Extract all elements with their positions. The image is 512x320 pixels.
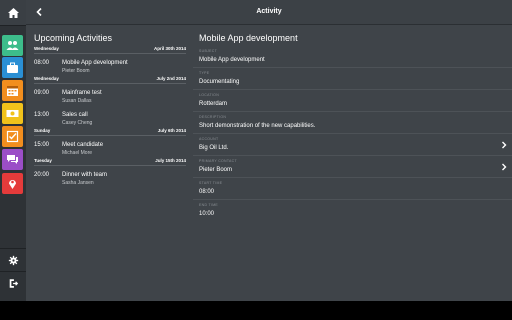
activity-detail-panel: Mobile App development SUBJECT Mobile App… (193, 25, 512, 301)
top-bar: Activity (26, 0, 512, 25)
app-window: Activity Upcoming Activities Wednesday Ap… (0, 0, 512, 301)
activity-contact: Pieter Boom (62, 68, 90, 74)
day-date: July 6th 2014 (157, 128, 186, 133)
location-pin-icon (9, 180, 16, 189)
nav-rail (0, 0, 26, 301)
activity-item[interactable]: 20:00 Dinner with team Sasha Jansen (34, 166, 188, 188)
day-header: Sunday July 6th 2014 (34, 128, 186, 136)
rail-divider (0, 271, 26, 272)
chevron-right-icon (502, 163, 507, 171)
field-type: TYPE Documentating (193, 68, 512, 90)
rail-divider (0, 25, 26, 26)
checklist-icon (6, 130, 19, 143)
activity-list: Wednesday April 30th 2014 08:00 Mobile App … (34, 46, 188, 188)
nav-briefcase-button[interactable] (2, 57, 23, 78)
activity-item[interactable]: 09:00 Mainframe test Susan Dallas (34, 84, 188, 106)
activity-time: 09:00 (34, 90, 50, 96)
nav-money-button[interactable] (2, 103, 23, 124)
activity-item[interactable]: 08:00 Mobile App development Pieter Boom (34, 54, 188, 76)
logout-button[interactable] (0, 272, 26, 294)
field-label: SUBJECT (199, 49, 218, 53)
field-primary-contact[interactable]: PRIMARY CONTACT Pieter Boom (193, 156, 512, 178)
activity-subject: Dinner with team (62, 172, 108, 178)
upcoming-activities-panel: Upcoming Activities Wednesday April 30th … (26, 25, 188, 301)
field-start-time: START TIME 08:00 (193, 178, 512, 200)
activity-time: 08:00 (34, 60, 50, 66)
activity-item[interactable]: 15:00 Meet candidate Michael More (34, 136, 188, 158)
day-date: April 30th 2014 (153, 46, 186, 51)
logout-icon (9, 278, 18, 288)
field-end-time: END TIME 10:00 (193, 200, 512, 222)
activity-subject: Mobile App development (62, 60, 128, 66)
activity-contact: Sasha Jansen (62, 180, 94, 186)
day-header: Wednesday July 2nd 2014 (34, 76, 186, 84)
activity-time: 20:00 (34, 172, 50, 178)
activity-subject: Mainframe test (62, 90, 102, 96)
field-location: LOCATION Rotterdam (193, 90, 512, 112)
home-icon (7, 7, 19, 18)
field-description: DESCRIPTION Short demonstration of the ne… (193, 112, 512, 134)
nav-location-pin-button[interactable] (2, 173, 23, 194)
detail-fields: SUBJECT Mobile App development TYPE Documen… (193, 46, 512, 222)
field-value: Short demonstration of the new capabilit… (199, 123, 316, 129)
activity-contact: Casey Cheng (62, 120, 93, 126)
day-date: July 15th 2014 (155, 158, 186, 163)
calendar-icon (7, 86, 18, 96)
chevron-right-icon (502, 141, 507, 149)
main-content: Upcoming Activities Wednesday April 30th … (26, 25, 512, 301)
field-label: ACCOUNT (199, 137, 219, 141)
settings-icon (8, 255, 18, 265)
money-icon (6, 110, 19, 117)
home-button[interactable] (0, 0, 26, 25)
activity-subject: Sales call (62, 112, 88, 118)
nav-calendar-button[interactable] (2, 80, 23, 101)
chat-icon (7, 155, 18, 164)
field-value: Big Oil Ltd. (199, 145, 229, 151)
field-value: Mobile App development (199, 57, 265, 63)
system-bar (0, 301, 512, 320)
day-date: July 2nd 2014 (156, 76, 186, 81)
contacts-icon (6, 41, 19, 50)
field-value: 08:00 (199, 189, 215, 195)
nav-checklist-button[interactable] (2, 126, 23, 147)
upcoming-title: Upcoming Activities (34, 33, 113, 43)
activity-time: 13:00 (34, 112, 50, 118)
activity-subject: Meet candidate (62, 142, 104, 148)
day-name: Wednesday (34, 76, 59, 81)
day-header: Wednesday April 30th 2014 (34, 46, 186, 54)
field-label: PRIMARY CONTACT (199, 159, 237, 163)
field-value: Pieter Boom (199, 167, 233, 173)
field-value: 10:00 (199, 211, 215, 217)
day-name: Tuesday (34, 158, 52, 163)
field-label: TYPE (199, 71, 210, 75)
field-label: START TIME (199, 181, 223, 185)
nav-chat-button[interactable] (2, 149, 23, 170)
field-value: Rotterdam (199, 101, 228, 107)
rail-divider (0, 248, 26, 249)
field-label: END TIME (199, 203, 219, 207)
day-name: Wednesday (34, 46, 59, 51)
activity-contact: Susan Dallas (62, 98, 92, 104)
detail-title: Mobile App development (199, 33, 298, 43)
activity-item[interactable]: 13:00 Sales call Casey Cheng (34, 106, 188, 128)
activity-contact: Michael More (62, 150, 93, 156)
day-name: Sunday (34, 128, 51, 133)
page-title: Activity (256, 8, 282, 15)
activity-time: 15:00 (34, 142, 50, 148)
field-value: Documentating (199, 79, 240, 85)
settings-button[interactable] (0, 249, 26, 271)
field-subject: SUBJECT Mobile App development (193, 46, 512, 68)
nav-contacts-button[interactable] (2, 35, 23, 56)
field-label: LOCATION (199, 93, 220, 97)
field-account[interactable]: ACCOUNT Big Oil Ltd. (193, 134, 512, 156)
day-header: Tuesday July 15th 2014 (34, 158, 186, 166)
briefcase-icon (7, 62, 18, 73)
field-label: DESCRIPTION (199, 115, 227, 119)
